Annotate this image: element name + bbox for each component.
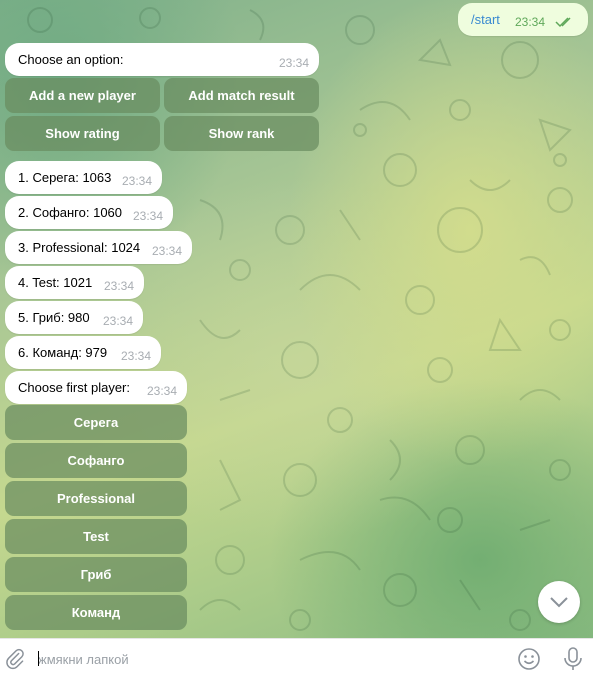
player-button-professional[interactable]: Professional xyxy=(5,481,187,516)
rating-message: 6. Команд: 979 23:34 xyxy=(5,336,161,369)
message-text: Choose first player: xyxy=(18,380,130,395)
player-button-test[interactable]: Test xyxy=(5,519,187,554)
outgoing-message: /start 23:34 xyxy=(458,3,588,36)
choose-player-message: Choose first player: 23:34 xyxy=(5,371,187,404)
message-time: 23:34 xyxy=(515,15,546,29)
command-text[interactable]: /start xyxy=(471,12,500,27)
menu-prompt-message: Choose an option: 23:34 xyxy=(5,43,319,76)
rating-message: 2. Софанго: 1060 23:34 xyxy=(5,196,173,229)
message-text: 2. Софанго: 1060 xyxy=(18,205,123,220)
scroll-down-button[interactable] xyxy=(538,581,580,623)
message-time: 23:34 xyxy=(120,349,151,363)
message-text: 3. Professional: 1024 xyxy=(18,240,141,255)
show-rating-button[interactable]: Show rating xyxy=(5,116,160,151)
player-button-sofango[interactable]: Софанго xyxy=(5,443,187,478)
message-time: 23:34 xyxy=(103,279,134,293)
message-text: 1. Серега: 1063 xyxy=(18,170,112,185)
rating-message: 4. Test: 1021 23:34 xyxy=(5,266,144,299)
message-text: 5. Гриб: 980 xyxy=(18,310,90,325)
text-caret xyxy=(38,651,39,666)
message-input[interactable] xyxy=(38,649,498,669)
chevron-down-icon xyxy=(550,597,568,608)
chat-area: /start 23:34 Choose an option: 23:34 Add… xyxy=(0,0,593,638)
player-button-grib[interactable]: Гриб xyxy=(5,557,187,592)
message-time: 23:34 xyxy=(278,56,309,70)
message-time: 23:34 xyxy=(102,314,133,328)
player-button-komand[interactable]: Команд xyxy=(5,595,187,630)
rating-message: 1. Серега: 1063 23:34 xyxy=(5,161,162,194)
message-time: 23:34 xyxy=(121,174,152,188)
double-check-icon xyxy=(555,17,571,28)
message-time: 23:34 xyxy=(132,209,163,223)
show-rank-button[interactable]: Show rank xyxy=(164,116,319,151)
message-text: 6. Команд: 979 xyxy=(18,345,108,360)
add-match-result-button[interactable]: Add match result xyxy=(164,78,319,113)
message-time: 23:34 xyxy=(146,384,177,398)
paperclip-icon[interactable] xyxy=(4,648,26,670)
rating-message: 5. Гриб: 980 23:34 xyxy=(5,301,143,334)
input-bar xyxy=(0,638,593,677)
message-text: Choose an option: xyxy=(18,52,124,67)
message-time: 23:34 xyxy=(151,244,182,258)
rating-message: 3. Professional: 1024 23:34 xyxy=(5,231,192,264)
message-text: 4. Test: 1021 xyxy=(18,275,93,290)
player-button-serega[interactable]: Серега xyxy=(5,405,187,440)
smile-icon[interactable] xyxy=(517,647,541,671)
add-new-player-button[interactable]: Add a new player xyxy=(5,78,160,113)
microphone-icon[interactable] xyxy=(563,646,583,672)
